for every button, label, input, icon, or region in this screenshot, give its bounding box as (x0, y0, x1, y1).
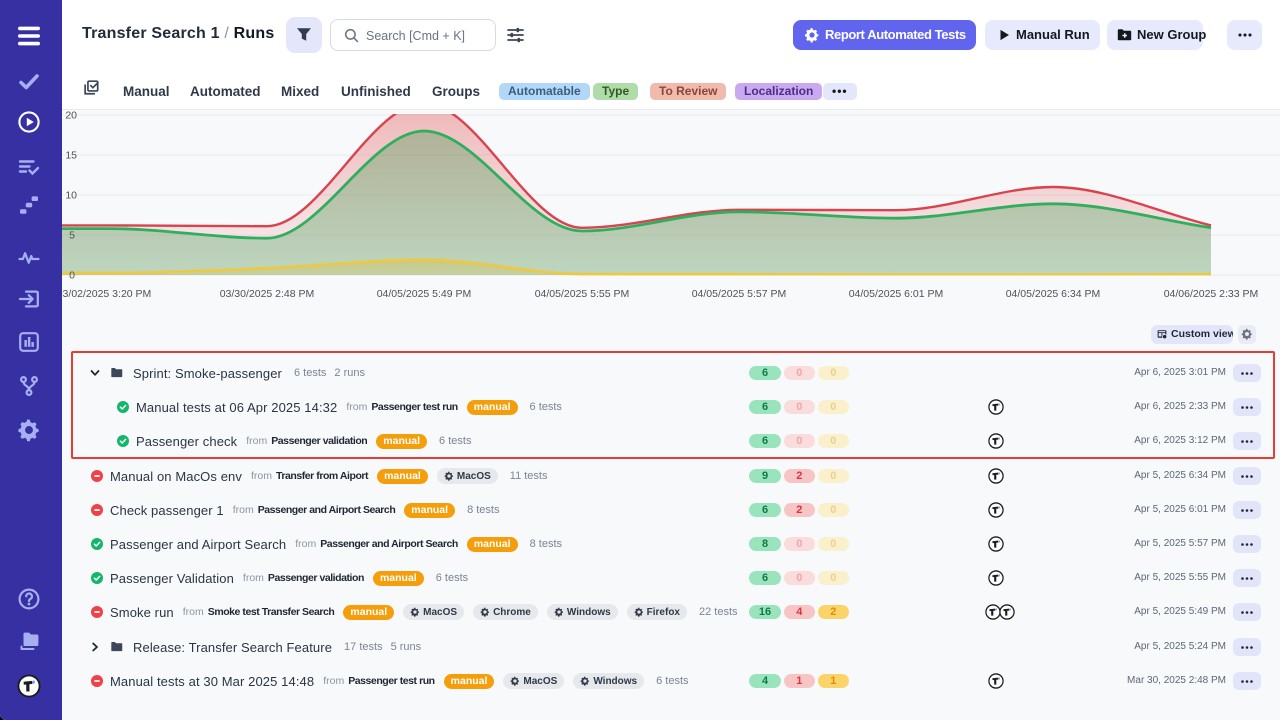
svg-text:15: 15 (65, 150, 77, 162)
svg-text:03/30/2025 2:48 PM: 03/30/2025 2:48 PM (220, 288, 315, 300)
svg-text:04/05/2025 6:34 PM: 04/05/2025 6:34 PM (1006, 288, 1101, 300)
svg-text:04/05/2025 5:49 PM: 04/05/2025 5:49 PM (377, 288, 472, 300)
svg-text:04/05/2025 5:57 PM: 04/05/2025 5:57 PM (692, 288, 787, 300)
svg-text:20: 20 (65, 110, 77, 122)
svg-text:04/05/2025 6:01 PM: 04/05/2025 6:01 PM (849, 288, 944, 300)
svg-text:03/02/2025 3:20 PM: 03/02/2025 3:20 PM (62, 288, 151, 300)
svg-text:04/05/2025 5:55 PM: 04/05/2025 5:55 PM (535, 288, 630, 300)
svg-text:10: 10 (65, 190, 77, 202)
svg-text:0: 0 (69, 270, 75, 282)
svg-text:5: 5 (69, 230, 75, 242)
svg-text:04/06/2025 2:33 PM: 04/06/2025 2:33 PM (1164, 288, 1259, 300)
